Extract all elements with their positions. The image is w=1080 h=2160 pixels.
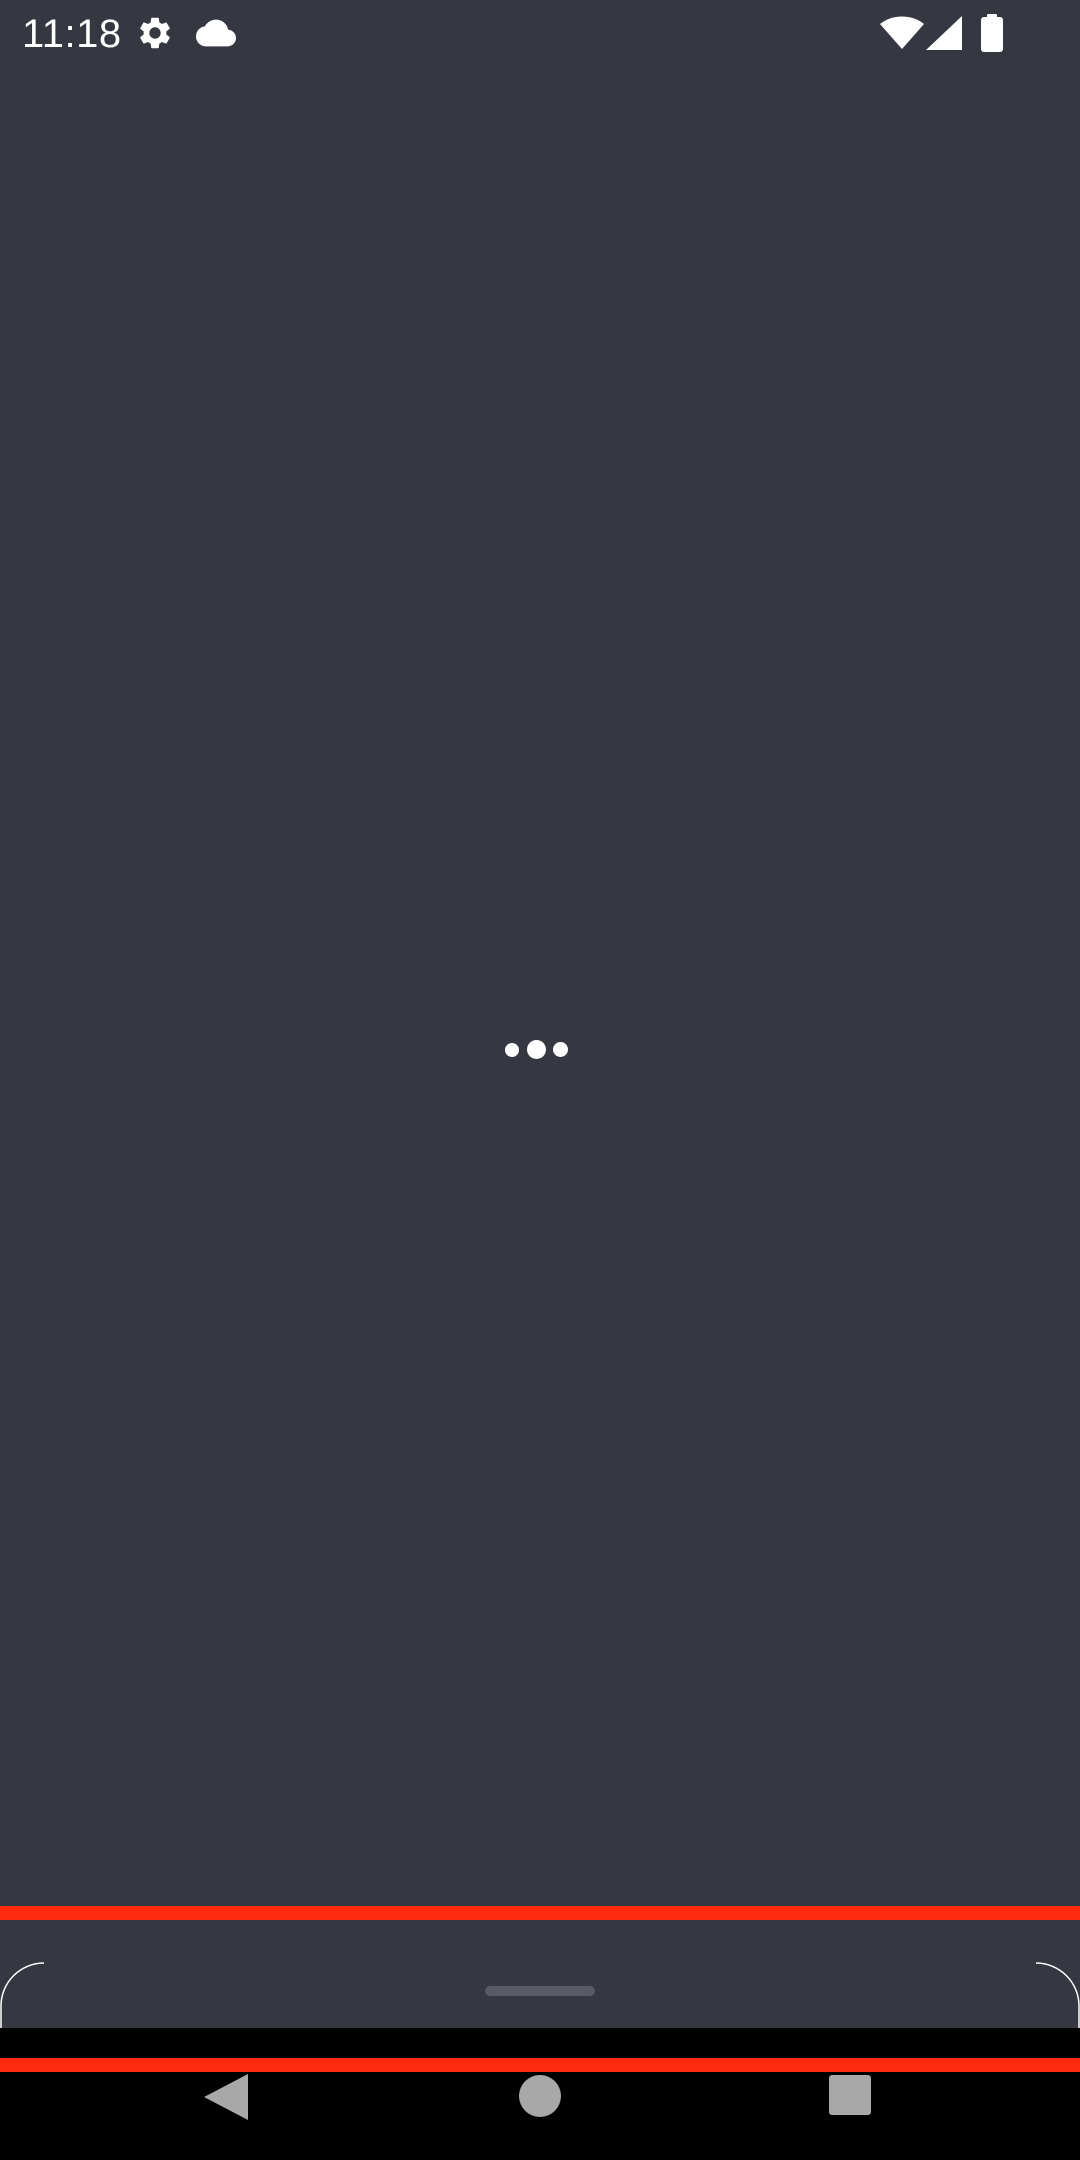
loading-indicator (503, 1038, 569, 1059)
sheet-corner-right (1036, 1962, 1080, 2028)
status-time: 11:18 (22, 12, 122, 56)
loading-dot (505, 1043, 519, 1057)
signal-icon (926, 16, 962, 50)
loading-dot (553, 1042, 568, 1057)
app-screen: 11:18 (0, 0, 1080, 2160)
drag-handle[interactable] (485, 1986, 595, 1996)
sheet-corner-left (0, 1962, 44, 2028)
red-divider-bottom (0, 2058, 1080, 2072)
loading-dot (527, 1040, 546, 1059)
cloud-icon (196, 19, 236, 47)
status-bar: 11:18 (0, 0, 1080, 66)
recents-icon[interactable] (828, 2074, 872, 2116)
back-icon[interactable] (204, 2074, 248, 2120)
battery-icon (981, 14, 1003, 52)
gear-icon (140, 17, 170, 49)
bottom-sheet (0, 1920, 1080, 2028)
system-bar-strip (0, 2028, 1080, 2058)
red-divider-top (0, 1906, 1080, 1920)
wifi-icon (880, 16, 924, 49)
home-icon[interactable] (518, 2074, 562, 2118)
